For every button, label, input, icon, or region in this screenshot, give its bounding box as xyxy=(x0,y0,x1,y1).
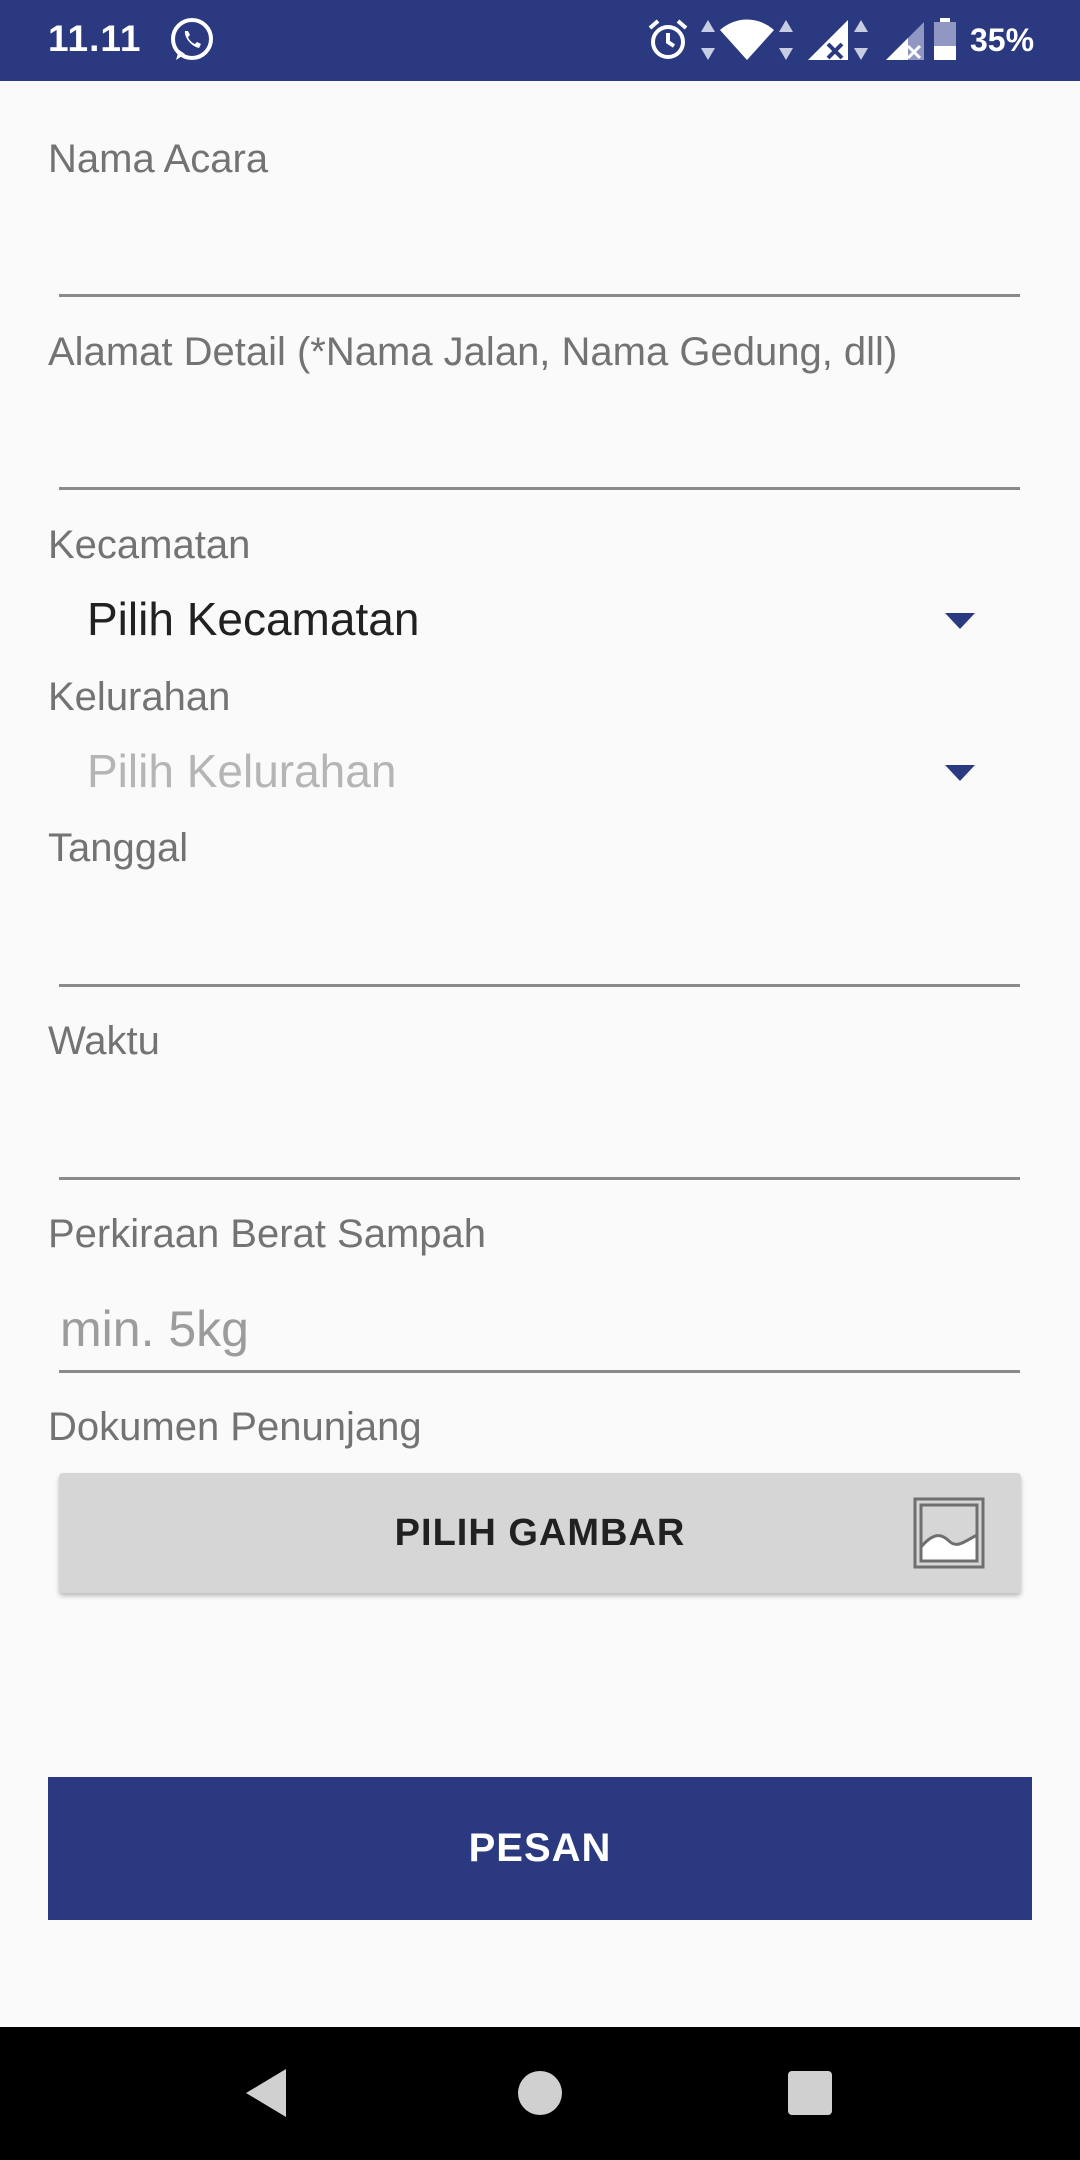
recents-icon[interactable] xyxy=(774,2057,846,2129)
address-underline xyxy=(59,487,1020,490)
event-name-underline xyxy=(59,294,1020,297)
date-input[interactable] xyxy=(59,890,1020,990)
pick-image-label: PILIH GAMBAR xyxy=(394,1511,686,1554)
weight-input[interactable]: min. 5kg xyxy=(59,1290,1020,1370)
chevron-down-icon xyxy=(945,765,975,781)
signal-arrows-icon xyxy=(854,20,868,60)
subdistrict-label: Kelurahan xyxy=(48,675,231,719)
alarm-icon xyxy=(648,19,688,59)
address-label: Alamat Detail (*Nama Jalan, Nama Gedung,… xyxy=(48,330,898,374)
signal-icon xyxy=(808,20,848,60)
pick-image-button[interactable]: PILIH GAMBAR xyxy=(59,1473,1021,1593)
submit-button[interactable]: PESAN xyxy=(48,1777,1032,1920)
chevron-down-icon xyxy=(945,613,975,629)
battery-icon xyxy=(934,18,956,60)
event-name-input[interactable] xyxy=(59,200,1020,300)
district-label: Kecamatan xyxy=(48,523,251,567)
data-arrows-icon xyxy=(701,20,715,60)
back-icon[interactable] xyxy=(232,2057,304,2129)
documents-label: Dokumen Penunjang xyxy=(48,1405,422,1449)
time-label: Waktu xyxy=(48,1019,160,1063)
subdistrict-selected: Pilih Kelurahan xyxy=(87,745,397,797)
time-input[interactable] xyxy=(59,1083,1020,1183)
weight-label: Perkiraan Berat Sampah xyxy=(48,1212,487,1256)
status-time: 11.11 xyxy=(48,18,142,59)
date-label: Tanggal xyxy=(48,826,189,870)
time-underline xyxy=(59,1177,1020,1180)
district-selected: Pilih Kecamatan xyxy=(87,593,420,645)
wifi-icon xyxy=(720,19,774,60)
weight-underline xyxy=(59,1370,1020,1373)
wifi-arrows-icon xyxy=(779,20,793,60)
weight-placeholder: min. 5kg xyxy=(60,1301,249,1357)
district-spinner[interactable]: Pilih Kecamatan xyxy=(48,580,1032,660)
navigation-bar xyxy=(0,2027,1080,2160)
battery-percentage: 35% xyxy=(970,22,1035,58)
status-bar: 11.11 35% xyxy=(0,0,1080,81)
home-icon[interactable] xyxy=(504,2057,576,2129)
whatsapp-icon xyxy=(171,18,213,60)
screen: 11.11 35% Nama Acara Alamat Detail (*Nam… xyxy=(0,0,1080,2160)
date-underline xyxy=(59,984,1020,987)
event-name-label: Nama Acara xyxy=(48,137,269,181)
image-icon xyxy=(913,1497,985,1569)
submit-label: PESAN xyxy=(468,1826,612,1870)
address-input[interactable] xyxy=(59,393,1020,493)
subdistrict-spinner[interactable]: Pilih Kelurahan xyxy=(48,732,1032,812)
signal-icon-2 xyxy=(886,22,924,60)
